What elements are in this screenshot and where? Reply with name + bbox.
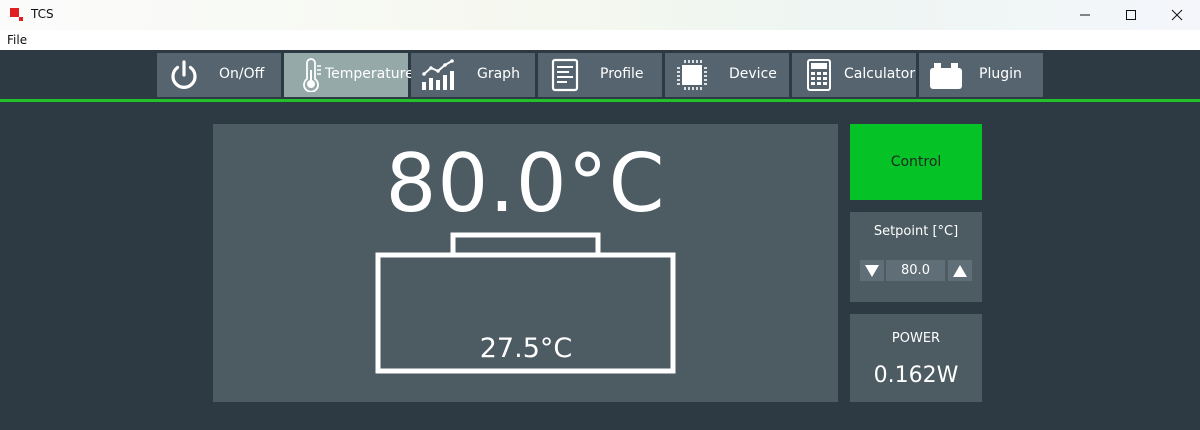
tab-profile[interactable]: Profile	[538, 53, 662, 97]
close-icon	[1171, 9, 1183, 21]
tab-label: Calculator	[844, 66, 916, 82]
tab-calculator[interactable]: Calculator	[792, 53, 916, 97]
document-icon	[551, 58, 579, 92]
window-title: TCS	[31, 7, 54, 21]
maximize-icon	[1126, 10, 1136, 20]
main-temperature-value: 80.0°C	[385, 137, 666, 230]
app-logo-icon	[10, 8, 23, 21]
tab-label: Temperature	[325, 66, 414, 82]
tab-label: Device	[729, 66, 777, 82]
tab-on-off[interactable]: On/Off	[157, 53, 281, 97]
setpoint-decrease-button[interactable]	[860, 260, 884, 281]
calculator-icon	[807, 59, 831, 91]
title-bar: TCS	[0, 0, 1200, 30]
control-button[interactable]: Control	[850, 124, 982, 200]
tab-temperature[interactable]: Temperature	[284, 53, 414, 97]
thermometer-icon	[303, 58, 321, 92]
temperature-display-panel: 80.0°C 27.5°C	[213, 124, 838, 402]
setpoint-input[interactable]: 80.0	[886, 260, 945, 281]
chip-icon	[677, 60, 707, 90]
object-temperature-value: 27.5°C	[479, 333, 573, 364]
setpoint-panel: Setpoint [°C] 80.0	[850, 212, 982, 302]
maximize-button[interactable]	[1108, 0, 1154, 30]
tab-underline	[0, 99, 1200, 102]
tab-bar: On/Off Temperature Graph Profile Device …	[0, 53, 1200, 97]
tab-device[interactable]: Device	[665, 53, 789, 97]
power-value: 0.162W	[873, 363, 959, 388]
plugin-icon	[930, 63, 962, 89]
tab-label: Plugin	[979, 66, 1022, 82]
tab-plugin[interactable]: Plugin	[919, 53, 1043, 97]
menu-bar: File	[0, 30, 1200, 50]
power-icon	[171, 60, 197, 89]
minimize-button[interactable]	[1062, 0, 1108, 30]
power-panel: POWER 0.162W	[850, 314, 982, 402]
close-button[interactable]	[1154, 0, 1200, 30]
chart-icon	[422, 59, 454, 90]
power-label: POWER	[891, 331, 941, 346]
tab-label: On/Off	[219, 66, 265, 82]
minimize-icon	[1080, 14, 1090, 16]
tab-label: Graph	[477, 66, 520, 82]
triangle-down-icon	[865, 264, 879, 277]
setpoint-increase-button[interactable]	[948, 260, 972, 281]
tab-graph[interactable]: Graph	[411, 53, 535, 97]
setpoint-label: Setpoint [°C]	[873, 224, 959, 239]
triangle-up-icon	[953, 264, 967, 277]
tab-label: Profile	[600, 66, 644, 82]
menu-file[interactable]: File	[7, 33, 27, 47]
